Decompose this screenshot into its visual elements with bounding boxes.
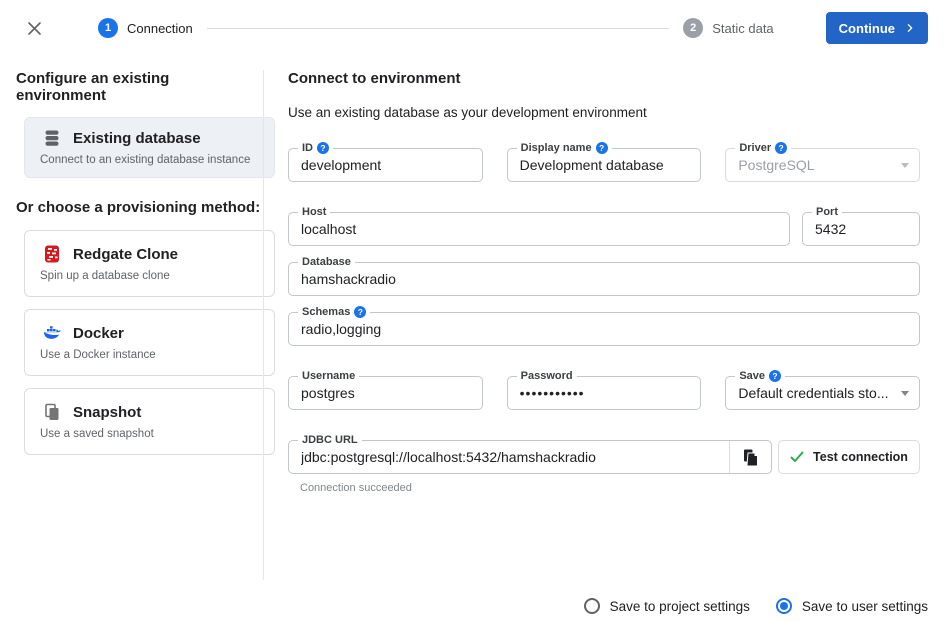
username-input[interactable] (301, 385, 470, 401)
test-connection-button[interactable]: Test connection (778, 440, 920, 474)
radio-icon[interactable] (776, 598, 792, 614)
redgate-clone-card[interactable]: Redgate Clone Spin up a database clone (24, 230, 275, 297)
display-name-input[interactable] (520, 157, 689, 173)
test-connection-label: Test connection (813, 450, 908, 464)
database-field-label: Database (298, 255, 355, 269)
page-title: Connect to environment (288, 70, 920, 87)
save-field-label: Save ? (735, 369, 785, 383)
radio-save-to-user-settings[interactable]: Save to user settings (776, 598, 928, 614)
host-field-label: Host (298, 205, 330, 219)
wizard-header: 1 Connection 2 Static data Continue (0, 0, 948, 56)
jdbc-url-field[interactable]: JDBC URL (288, 440, 772, 474)
port-field[interactable]: Port (802, 212, 920, 246)
card-title: Existing database (73, 130, 201, 147)
driver-select: Driver ? PostgreSQL (725, 148, 920, 182)
wizard-content: Configure an existing environment Existi… (0, 56, 948, 580)
card-subtitle: Connect to an existing database instance (37, 154, 262, 166)
help-icon[interactable]: ? (317, 142, 329, 154)
display-name-field[interactable]: Display name ? (507, 148, 702, 182)
environment-type-sidebar: Configure an existing environment Existi… (0, 56, 263, 580)
schemas-field-label: Schemas ? (298, 305, 370, 319)
continue-button-label: Continue (839, 21, 895, 36)
snapshot-card[interactable]: Snapshot Use a saved snapshot (24, 388, 275, 455)
password-field[interactable]: Password (507, 376, 702, 410)
stepper-connector-line (207, 28, 669, 29)
database-input[interactable] (301, 271, 907, 287)
redgate-clone-icon (43, 245, 61, 263)
provisioning-heading: Or choose a provisioning method: (16, 199, 263, 216)
existing-database-card[interactable]: Existing database Connect to an existing… (24, 117, 275, 178)
step-2-label: Static data (712, 21, 773, 36)
help-icon[interactable]: ? (596, 142, 608, 154)
radio-save-to-project-settings[interactable]: Save to project settings (584, 598, 750, 614)
database-field[interactable]: Database (288, 262, 920, 296)
username-field[interactable]: Username (288, 376, 483, 410)
continue-button[interactable]: Continue (826, 12, 928, 44)
schemas-field[interactable]: Schemas ? (288, 312, 920, 346)
radio-label: Save to user settings (802, 599, 928, 614)
page-subtitle: Use an existing database as your develop… (288, 105, 920, 120)
step-1-label: Connection (127, 21, 193, 36)
chevron-down-icon (901, 163, 909, 168)
driver-value: PostgreSQL (738, 157, 830, 173)
docker-icon (43, 324, 61, 342)
database-icon (43, 129, 61, 147)
close-icon[interactable] (20, 14, 48, 42)
connection-status: Connection succeeded (300, 482, 920, 494)
connect-form: Connect to environment Use an existing d… (264, 56, 948, 580)
host-field[interactable]: Host (288, 212, 790, 246)
id-field-label: ID ? (298, 141, 333, 155)
card-subtitle: Spin up a database clone (37, 270, 262, 282)
card-title: Snapshot (73, 404, 141, 421)
save-location-options: Save to project settings Save to user se… (584, 598, 928, 614)
copy-icon[interactable] (729, 441, 771, 473)
help-icon[interactable]: ? (354, 306, 366, 318)
jdbc-url-input[interactable] (289, 449, 729, 465)
jdbc-url-field-label: JDBC URL (298, 433, 362, 447)
card-subtitle: Use a Docker instance (37, 349, 262, 361)
username-field-label: Username (298, 369, 359, 383)
card-subtitle: Use a saved snapshot (37, 428, 262, 440)
id-field[interactable]: ID ? (288, 148, 483, 182)
snapshot-icon (43, 403, 61, 421)
help-icon[interactable]: ? (775, 142, 787, 154)
chevron-right-icon (905, 23, 915, 33)
sidebar-heading: Configure an existing environment (16, 70, 263, 104)
step-2-circle: 2 (683, 18, 703, 38)
display-name-field-label: Display name ? (517, 141, 612, 155)
check-icon (790, 451, 804, 463)
card-title: Redgate Clone (73, 246, 178, 263)
help-icon[interactable]: ? (769, 370, 781, 382)
port-input[interactable] (815, 221, 907, 237)
step-1-circle: 1 (98, 18, 118, 38)
radio-label: Save to project settings (610, 599, 750, 614)
docker-card[interactable]: Docker Use a Docker instance (24, 309, 275, 376)
driver-field-label: Driver ? (735, 141, 791, 155)
save-credentials-value: Default credentials sto... (738, 385, 904, 401)
host-input[interactable] (301, 221, 777, 237)
port-field-label: Port (812, 205, 842, 219)
id-input[interactable] (301, 157, 470, 173)
step-static-data: 2 Static data (683, 18, 773, 38)
card-title: Docker (73, 325, 124, 342)
password-field-label: Password (517, 369, 577, 383)
step-connection: 1 Connection (98, 18, 193, 38)
chevron-down-icon (901, 391, 909, 396)
schemas-input[interactable] (301, 321, 907, 337)
password-input[interactable] (520, 385, 689, 401)
save-credentials-select[interactable]: Save ? Default credentials sto... (725, 376, 920, 410)
radio-icon[interactable] (584, 598, 600, 614)
